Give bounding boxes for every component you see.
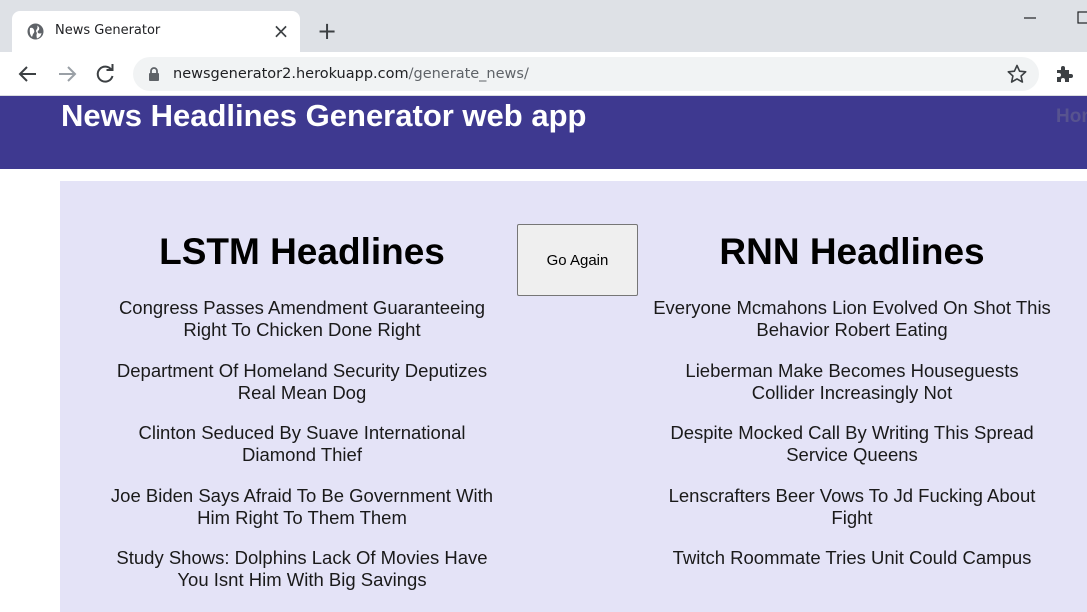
rnn-heading: RNN Headlines <box>719 231 985 272</box>
puzzle-icon[interactable] <box>1052 62 1076 86</box>
lstm-headline-list: Congress Passes Amendment Guaranteeing R… <box>102 297 502 591</box>
address-bar[interactable]: newsgenerator2.herokuapp.com/generate_ne… <box>133 57 1039 91</box>
rnn-headline: Despite Mocked Call By Writing This Spre… <box>670 422 1034 465</box>
rnn-column: RNN Headlines Everyone Mcmahons Lion Evo… <box>652 229 1052 610</box>
go-again-button[interactable]: Go Again <box>517 224 638 296</box>
browser-toolbar: newsgenerator2.herokuapp.com/generate_ne… <box>0 52 1087 96</box>
new-tab-button[interactable]: + <box>314 18 340 44</box>
lstm-headline: Department Of Homeland Security Deputize… <box>116 359 488 403</box>
nav-home-link[interactable]: Home <box>1056 106 1087 128</box>
content-panel: LSTM Headlines Congress Passes Amendment… <box>60 181 1087 612</box>
lstm-headline: Joe Biden Says Afraid To Be Government W… <box>110 484 494 528</box>
url-host: newsgenerator2.herokuapp.com <box>173 66 409 82</box>
rnn-headline: Everyone Mcmahons Lion Evolved On Shot T… <box>653 297 1051 340</box>
lstm-heading: LSTM Headlines <box>159 231 445 272</box>
lstm-column: LSTM Headlines Congress Passes Amendment… <box>102 229 502 610</box>
arrow-right-icon[interactable] <box>55 62 79 86</box>
rnn-headline: Lenscrafters Beer Vows To Jd Fucking Abo… <box>668 484 1036 528</box>
rnn-headline: Twitch Roommate Tries Unit Could Campus <box>672 547 1032 568</box>
browser-tab-strip: News Generator × + <box>0 0 1087 52</box>
lstm-headline: Clinton Seduced By Suave International D… <box>138 422 466 465</box>
url-text: newsgenerator2.herokuapp.com/generate_ne… <box>173 66 529 82</box>
url-path: /generate_news/ <box>408 66 529 82</box>
lock-icon <box>149 67 159 81</box>
globe-icon <box>27 23 44 40</box>
minimize-window-button[interactable] <box>1020 8 1040 28</box>
arrow-left-icon[interactable] <box>16 62 40 86</box>
browser-tab[interactable]: News Generator × <box>12 11 300 52</box>
rnn-headline: Lieberman Make Becomes Houseguests Colli… <box>685 359 1019 403</box>
reload-icon[interactable] <box>93 62 117 86</box>
lstm-headline: Study Shows: Dolphins Lack Of Movies Hav… <box>116 547 488 590</box>
lstm-headline: Congress Passes Amendment Guaranteeing R… <box>118 297 486 340</box>
tab-close-button[interactable]: × <box>270 20 292 42</box>
site-title: News Headlines Generator web app <box>61 98 587 133</box>
maximize-window-button[interactable] <box>1072 8 1087 28</box>
tab-title: News Generator <box>55 23 161 38</box>
rnn-headline-list: Everyone Mcmahons Lion Evolved On Shot T… <box>652 297 1052 591</box>
site-header: News Headlines Generator web app Home <box>0 96 1087 169</box>
star-icon[interactable] <box>1006 63 1028 85</box>
